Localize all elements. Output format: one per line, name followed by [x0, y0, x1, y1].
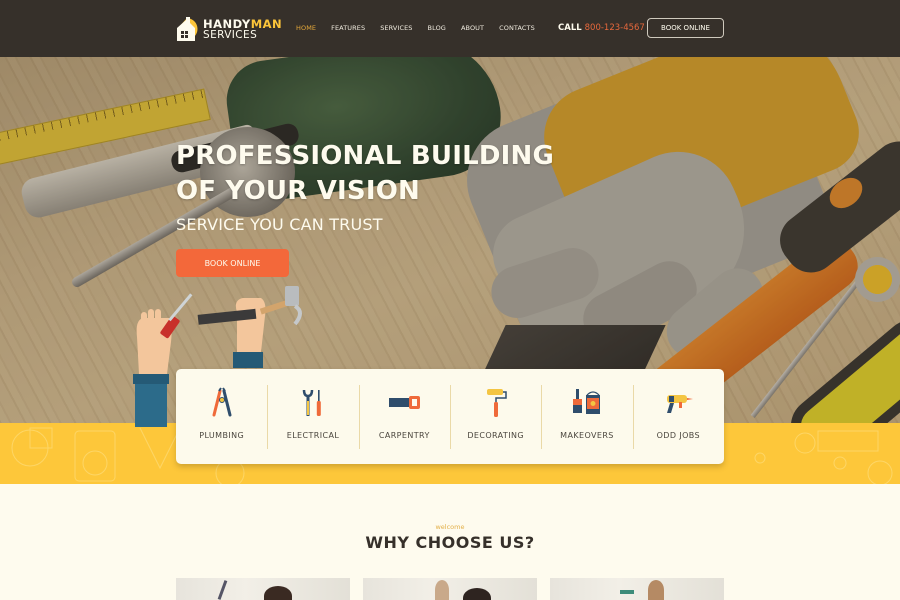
main-nav: HOME FEATURES SERVICES BLOG ABOUT CONTAC…	[296, 24, 550, 33]
paint-bucket-icon	[572, 389, 600, 414]
service-odd-jobs[interactable]: ODD JOBS	[632, 369, 724, 464]
phone-number[interactable]: 800-123-4567	[585, 23, 645, 33]
hero-title: PROFESSIONAL BUILDING OF YOUR VISION	[176, 139, 554, 209]
feature-photo-2	[363, 578, 537, 600]
section-title: WHY CHOOSE US?	[365, 533, 535, 552]
hero-subtitle: SERVICE YOU CAN TRUST	[176, 215, 383, 234]
service-carpentry[interactable]: CARPENTRY	[358, 369, 450, 464]
call-info: CALL 800-123-4567	[558, 23, 645, 34]
feature-photo-1	[176, 578, 350, 600]
call-label: CALL	[558, 23, 582, 33]
service-decorating[interactable]: DECORATING	[449, 369, 541, 464]
nav-about[interactable]: ABOUT	[461, 24, 484, 33]
section-eyebrow: welcome	[435, 523, 465, 531]
service-makeovers[interactable]: MAKEOVERS	[541, 369, 632, 464]
book-online-header-button[interactable]: BOOK ONLINE	[647, 18, 724, 38]
service-label: MAKEOVERS	[560, 431, 614, 440]
saw-icon	[389, 396, 421, 409]
nav-contacts[interactable]: CONTACTS	[499, 24, 535, 33]
service-label: DECORATING	[467, 431, 524, 440]
nav-features[interactable]: FEATURES	[331, 24, 365, 33]
feature-photo-3	[550, 578, 724, 600]
nav-home[interactable]: HOME	[296, 24, 316, 33]
service-electrical[interactable]: ELECTRICAL	[267, 369, 358, 464]
service-plumbing[interactable]: PLUMBING	[176, 369, 267, 464]
service-label: CARPENTRY	[378, 431, 430, 440]
logo[interactable]: HANDYMAN SERVICES	[175, 16, 282, 42]
hero-title-line2: OF YOUR VISION	[176, 176, 420, 206]
pliers-icon	[212, 387, 232, 417]
site-header: HANDYMAN SERVICES HOME FEATURES SERVICES…	[0, 0, 900, 57]
book-online-hero-button[interactable]: BOOK ONLINE	[176, 249, 289, 277]
house-icon	[177, 17, 198, 41]
nav-services[interactable]: SERVICES	[380, 24, 412, 33]
services-card: PLUMBING ELECTRICAL CARPENTRY DECORATING	[176, 369, 724, 464]
drill-icon	[667, 395, 694, 413]
wrench-screwdriver-icon	[302, 389, 321, 416]
nav-blog[interactable]: BLOG	[428, 24, 446, 33]
logo-subtitle: SERVICES	[203, 29, 258, 41]
paint-roller-icon	[486, 389, 507, 417]
hero-title-line1: PROFESSIONAL BUILDING	[176, 141, 554, 171]
service-label: PLUMBING	[199, 431, 245, 440]
service-label: ELECTRICAL	[286, 431, 340, 440]
service-label: ODD JOBS	[656, 431, 701, 440]
